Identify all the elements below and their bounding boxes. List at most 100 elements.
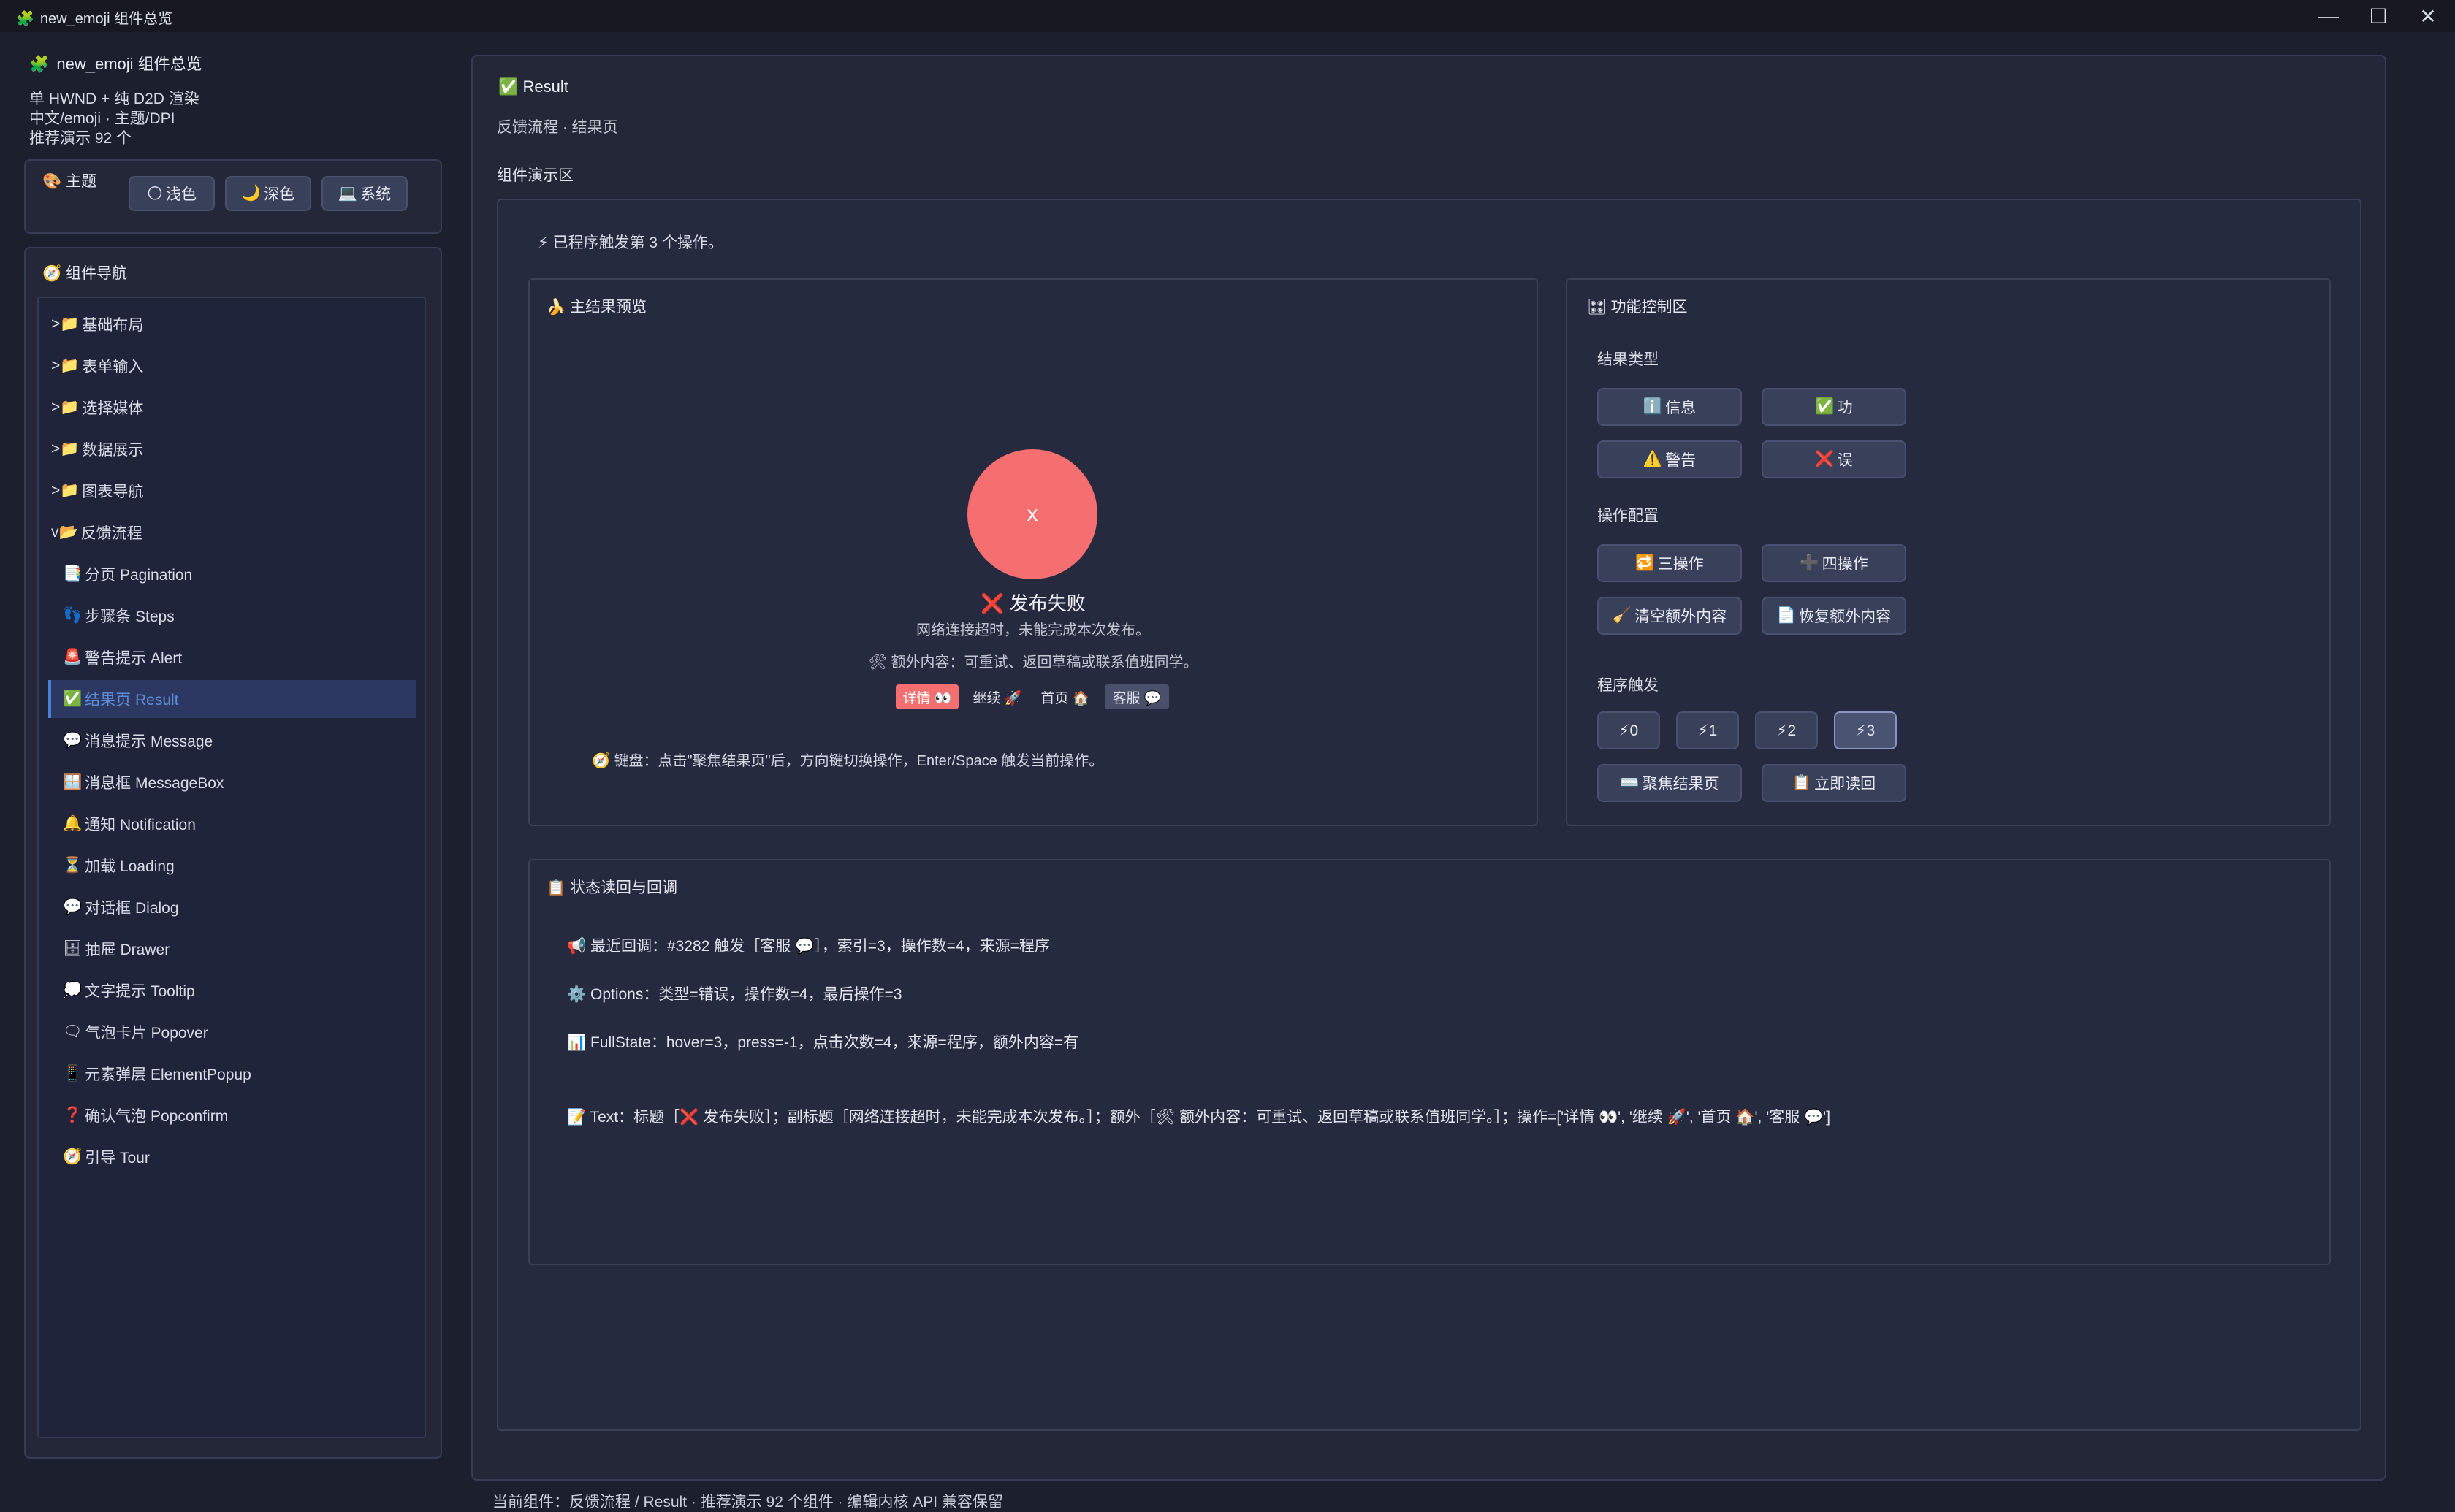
nav-item-messagebox[interactable]: 🪟 消息框 MessageBox: [48, 763, 416, 801]
theme-system-label: 系统: [360, 186, 392, 203]
clipboard-icon: 📋: [1792, 774, 1812, 791]
nav-group-basic-layout[interactable]: > 📁 基础布局: [48, 305, 416, 343]
type-info-button[interactable]: ℹ️ 信息: [1597, 388, 1742, 426]
nav-group-form-input[interactable]: > 📁 表单输入: [48, 347, 416, 385]
error-status-icon: x: [967, 449, 1097, 579]
nav-item-pagination[interactable]: 📑 分页 Pagination: [48, 555, 416, 593]
theme-light-label: 浅色: [165, 186, 197, 203]
nav-item-label: 引导 Tour: [85, 1150, 150, 1167]
moon-full-icon: 🌕: [147, 185, 163, 202]
cabinet-icon: 🗄: [63, 940, 83, 957]
bell-icon: 🔔: [63, 815, 83, 832]
trigger-1-button[interactable]: ⚡1: [1676, 711, 1739, 749]
app-icon: 🧩: [16, 11, 34, 27]
nav-item-alert[interactable]: 🚨 警告提示 Alert: [48, 638, 416, 676]
nav-group-label: 表单输入: [82, 359, 144, 375]
type-success-button[interactable]: ✅ 功: [1762, 388, 1906, 426]
speech-balloon-icon: 🗨: [63, 1023, 83, 1040]
three-actions-label: 三操作: [1657, 556, 1704, 573]
type-warning-label: 警告: [1665, 452, 1697, 469]
open-folder-icon: 📂: [58, 524, 78, 541]
check-icon: ✅: [1815, 398, 1835, 415]
expand-indicator: >: [51, 399, 61, 416]
nav-group-label: 图表导航: [82, 484, 144, 500]
nav-group-label: 选择媒体: [82, 400, 144, 417]
nav-item-message[interactable]: 💬 消息提示 Message: [48, 722, 416, 760]
nav-item-dialog[interactable]: 💬 对话框 Dialog: [48, 888, 416, 926]
sidebar-subtitle: 单 HWND + 纯 D2D 渲染 中文/emoji · 主题/DPI 推荐演示…: [29, 89, 199, 148]
theme-light-button[interactable]: 🌕 浅色: [129, 176, 215, 211]
restore-extra-button[interactable]: 📄 恢复额外内容: [1762, 597, 1906, 635]
theme-system-button[interactable]: 💻 系统: [321, 176, 408, 211]
nav-item-result[interactable]: ✅ 结果页 Result: [48, 680, 416, 718]
nav-item-label: 消息提示 Message: [85, 733, 213, 750]
trigger-3-button[interactable]: ⚡3: [1834, 711, 1897, 749]
nav-item-label: 文字提示 Tooltip: [85, 983, 195, 1000]
window-title: 🧩 new_emoji 组件总览: [16, 7, 172, 28]
trigger-2-button[interactable]: ⚡2: [1755, 711, 1818, 749]
puzzle-icon: 🧩: [29, 55, 50, 73]
action-continue-button[interactable]: 继续 🚀: [966, 684, 1029, 709]
speech-bubble-icon: 💬: [63, 898, 83, 915]
cross-icon: ❌: [1815, 451, 1835, 467]
sidebar-app-title: 🧩 new_emoji 组件总览: [29, 51, 202, 75]
expand-indicator: >: [51, 357, 61, 374]
nav-group-feedback[interactable]: v 📂 反馈流程: [48, 513, 416, 551]
action-support-button[interactable]: 客服 💬: [1105, 684, 1169, 709]
page-title-text: Result: [522, 77, 568, 96]
nav-group-label: 反馈流程: [80, 525, 142, 542]
type-warning-button[interactable]: ⚠️ 警告: [1597, 440, 1742, 478]
maximize-button[interactable]: ☐: [2354, 0, 2402, 32]
focus-result-button[interactable]: ⌨️ 聚焦结果页: [1597, 764, 1742, 802]
nav-item-tour[interactable]: 🧭 引导 Tour: [48, 1138, 416, 1176]
four-actions-button[interactable]: ➕ 四操作: [1762, 544, 1906, 582]
title-bar: [0, 0, 2455, 32]
repeat-icon: 🔁: [1635, 554, 1655, 571]
four-actions-label: 四操作: [1822, 556, 1868, 573]
theme-label-text: 主题: [66, 173, 96, 190]
type-success-label: 功: [1837, 400, 1853, 416]
minimize-button[interactable]: —: [2304, 0, 2353, 32]
read-back-button[interactable]: 📋 立即读回: [1762, 764, 1906, 802]
check-icon: ✅: [63, 690, 83, 707]
nav-item-drawer[interactable]: 🗄 抽屉 Drawer: [48, 930, 416, 968]
nav-group-chart-nav[interactable]: > 📁 图表导航: [48, 472, 416, 510]
broom-icon: 🧹: [1612, 607, 1632, 624]
folder-icon: 📁: [60, 399, 80, 416]
subtitle-line: 推荐演示 92 个: [29, 130, 132, 147]
action-details-button[interactable]: 详情 👀: [896, 684, 959, 709]
close-button[interactable]: ✕: [2404, 0, 2452, 32]
status-full-state: 📊 FullState：hover=3，press=-1，点击次数=4，来源=程…: [567, 1034, 1079, 1051]
nav-item-popconfirm[interactable]: ❓ 确认气泡 Popconfirm: [48, 1096, 416, 1134]
three-actions-button[interactable]: 🔁 三操作: [1597, 544, 1742, 582]
theme-dark-label: 深色: [264, 186, 295, 203]
nav-item-label: 确认气泡 Popconfirm: [85, 1108, 229, 1125]
action-home-button[interactable]: 首页 🏠: [1036, 684, 1095, 709]
nav-item-steps[interactable]: 👣 步骤条 Steps: [48, 597, 416, 635]
pages-icon: 📑: [63, 565, 83, 582]
nav-item-popover[interactable]: 🗨 气泡卡片 Popover: [48, 1013, 416, 1051]
keyboard-icon: ⌨️: [1620, 774, 1640, 791]
nav-item-tooltip[interactable]: 💭 文字提示 Tooltip: [48, 971, 416, 1009]
nav-item-label: 加载 Loading: [85, 858, 175, 875]
nav-item-label: 气泡卡片 Popover: [85, 1025, 208, 1042]
type-error-button[interactable]: ❌ 误: [1762, 440, 1906, 478]
document-icon: 📄: [1776, 607, 1797, 624]
thought-bubble-icon: 💭: [63, 982, 83, 999]
nav-item-notification[interactable]: 🔔 通知 Notification: [48, 805, 416, 843]
trigger-0-button[interactable]: ⚡0: [1597, 711, 1660, 749]
palette-icon: 🎨: [42, 173, 62, 190]
nav-item-label: 对话框 Dialog: [85, 900, 179, 917]
nav-item-loading[interactable]: ⏳ 加载 Loading: [48, 847, 416, 885]
nav-item-elementpopup[interactable]: 📱 元素弹层 ElementPopup: [48, 1055, 416, 1093]
folder-icon: 📁: [60, 316, 80, 332]
compass-icon: 🧭: [42, 265, 62, 282]
nav-item-label: 通知 Notification: [85, 817, 196, 833]
warning-icon: ⚠️: [1643, 451, 1663, 467]
clear-extra-button[interactable]: 🧹 清空额外内容: [1597, 597, 1742, 635]
nav-group-select-media[interactable]: > 📁 选择媒体: [48, 389, 416, 427]
page-title: ✅ Result: [498, 77, 568, 96]
nav-group-data-display[interactable]: > 📁 数据展示: [48, 430, 416, 468]
theme-dark-button[interactable]: 🌙 深色: [225, 176, 311, 211]
nav-item-label: 结果页 Result: [85, 692, 179, 709]
